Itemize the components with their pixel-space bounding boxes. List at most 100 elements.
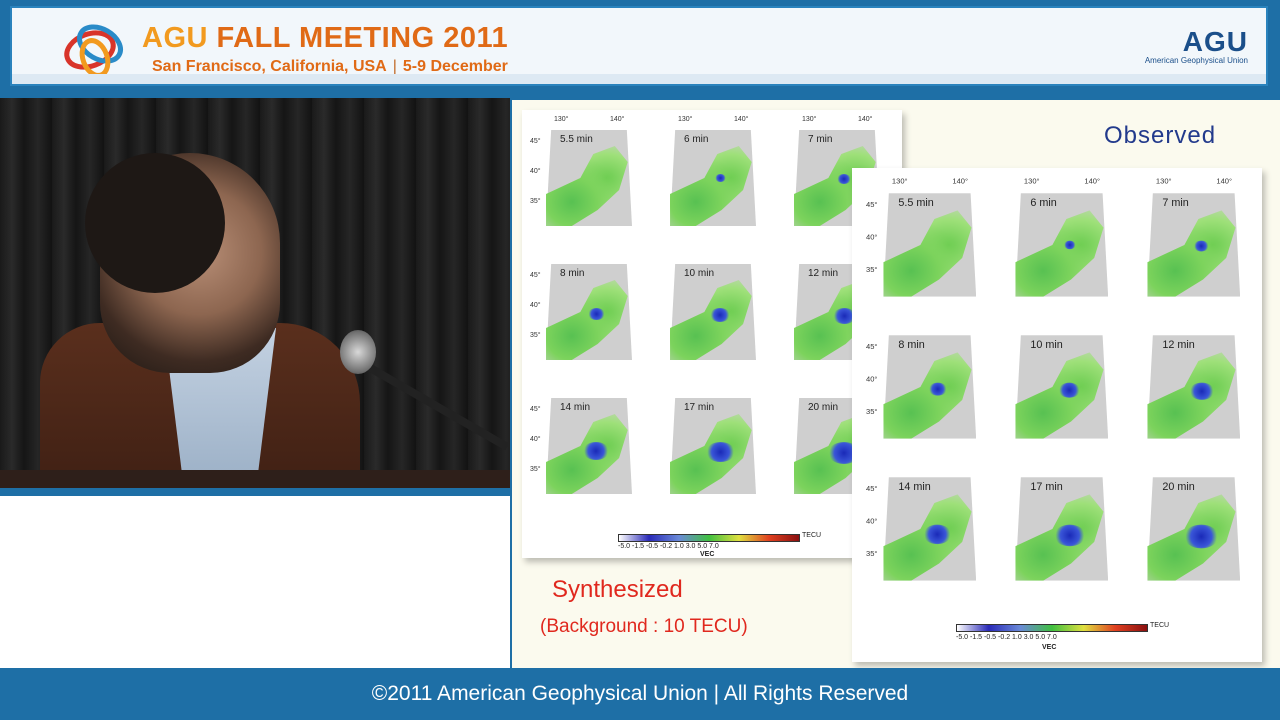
meeting-title: AGU FALL MEETING 2011 (142, 22, 508, 55)
map-panel: 5.5 min 130° 140° 45° 40° 35° (866, 178, 983, 305)
latitude-tick: 35° (866, 266, 878, 275)
map-time-label: 12 min (808, 268, 839, 279)
tec-disturbance (1063, 240, 1076, 250)
observed-map-sheet: -5.0 -1.5 -0.5 -0.2 1.0 3.0 5.0 7.0 TECU… (852, 168, 1262, 662)
latitude-tick: 45° (530, 406, 541, 413)
longitude-tick: 140° (1216, 178, 1233, 186)
meeting-title-agu: AGU (142, 22, 208, 54)
tec-disturbance (837, 174, 851, 184)
latitude-tick: 40° (866, 376, 878, 384)
colorbar-ticks-observed: -5.0 -1.5 -0.5 -0.2 1.0 3.0 5.0 7.0 (956, 634, 1057, 641)
header-banner: AGU FALL MEETING 2011 San Francisco, Cal… (0, 0, 1280, 98)
map-time-label: 6 min (1030, 197, 1057, 210)
longitude-tick: 130° (891, 178, 908, 186)
map-panel: 17 min (654, 384, 762, 502)
map-time-label: 5.5 min (898, 197, 934, 210)
map-panel: 20 min (1130, 462, 1247, 589)
synthesized-map-sheet: -5.0 -1.5 -0.5 -0.2 1.0 3.0 5.0 7.0 TECU… (522, 110, 902, 558)
meeting-dates: 5-9 December (402, 58, 508, 75)
tec-disturbance (1193, 240, 1209, 252)
tec-disturbance (1188, 382, 1214, 400)
colorbar-unit-synthesized: TECU (802, 532, 822, 539)
map-time-label: 8 min (560, 268, 585, 279)
latitude-tick: 45° (530, 138, 541, 145)
meeting-location: San Francisco, California, USA (152, 58, 387, 75)
map-panel: 12 min (1130, 320, 1247, 447)
tec-disturbance (928, 382, 947, 396)
agu-corner-mark: AGU (1182, 26, 1248, 57)
map-time-label: 17 min (684, 402, 715, 413)
map-panel: 10 min (654, 250, 762, 368)
microphone-icon (340, 330, 376, 374)
map-panel: 14 min 45° 40° 35° (866, 462, 983, 589)
longitude-tick: 130° (554, 116, 569, 123)
longitude-tick: 130° (1155, 178, 1172, 186)
speaker-hair (85, 153, 225, 293)
map-time-label: 14 min (898, 481, 931, 494)
map-time-label: 14 min (560, 402, 591, 413)
latitude-tick: 40° (530, 302, 541, 309)
map-time-label: 20 min (808, 402, 839, 413)
latitude-tick: 45° (530, 272, 541, 279)
colorbar-ticks-synthesized: -5.0 -1.5 -0.5 -0.2 1.0 3.0 5.0 7.0 (618, 543, 719, 550)
longitude-tick: 130° (678, 116, 693, 123)
map-time-label: 7 min (1162, 197, 1189, 210)
agu-corner-name: American Geophysical Union (1144, 56, 1248, 65)
map-time-label: 20 min (1162, 481, 1195, 494)
latitude-tick: 40° (530, 436, 541, 443)
latitude-tick: 40° (530, 168, 541, 175)
latitude-tick: 35° (530, 198, 541, 205)
observed-label: Observed (1104, 122, 1217, 149)
tec-disturbance (1058, 382, 1081, 398)
map-time-label: 10 min (684, 268, 715, 279)
latitude-tick: 40° (866, 518, 878, 526)
tec-disturbance (710, 308, 730, 322)
map-time-label: 17 min (1030, 481, 1063, 494)
tec-disturbance (923, 524, 952, 545)
longitude-tick: 130° (802, 116, 817, 123)
map-panel: 6 min 130° 140° (654, 116, 762, 234)
podium (0, 470, 510, 490)
tec-disturbance (583, 442, 609, 460)
latitude-tick: 45° (866, 343, 878, 352)
colorbar-label-synthesized: VEC (700, 551, 715, 558)
tec-disturbance (1053, 524, 1085, 547)
tec-disturbance (1184, 524, 1219, 549)
map-panel: 7 min 130° 140° (1130, 178, 1247, 305)
video-divider (0, 488, 510, 496)
agu-corner-logo: AGU American Geophysical Union (1138, 26, 1248, 76)
longitude-tick: 140° (734, 116, 749, 123)
map-panel: 17 min (998, 462, 1115, 589)
longitude-tick: 140° (1084, 178, 1101, 186)
map-panel: 5.5 min 130° 140° 45° 40° 35° (530, 116, 638, 234)
map-time-label: 8 min (898, 339, 925, 352)
latitude-tick: 35° (866, 550, 878, 559)
background-label: (Background : 10 TECU) (540, 616, 748, 637)
agu-swirl-logo-icon (64, 24, 123, 78)
colorbar-unit-observed: TECU (1150, 622, 1170, 629)
map-panel: 8 min 45° 40° 35° (530, 250, 638, 368)
latitude-tick: 35° (530, 332, 541, 339)
speaker-video (0, 98, 510, 490)
map-panel: 14 min 45° 40° 35° (530, 384, 638, 502)
latitude-tick: 40° (866, 234, 878, 242)
blank-panel (0, 496, 510, 668)
meeting-subtitle: San Francisco, California, USA | 5-9 Decem… (152, 58, 508, 76)
latitude-tick: 45° (866, 485, 878, 494)
map-time-label: 10 min (1030, 339, 1063, 352)
presentation-slide: -5.0 -1.5 -0.5 -0.2 1.0 3.0 5.0 7.0 TECU… (512, 100, 1280, 668)
longitude-tick: 140° (952, 178, 969, 186)
longitude-tick: 130° (1023, 178, 1040, 186)
tec-disturbance (714, 174, 726, 182)
meeting-separator: | (392, 58, 397, 75)
longitude-tick: 140° (610, 116, 625, 123)
synthesized-label: Synthesized (552, 576, 683, 603)
colorbar-observed (956, 624, 1148, 632)
map-panel: 6 min 130° 140° (998, 178, 1115, 305)
footer-bar: ©2011 American Geophysical Union | All R… (0, 668, 1280, 720)
latitude-tick: 45° (866, 201, 878, 210)
longitude-tick: 140° (858, 116, 873, 123)
map-panel: 8 min 45° 40° 35° (866, 320, 983, 447)
latitude-tick: 35° (530, 466, 541, 473)
copyright-text: ©2011 American Geophysical Union | All R… (371, 682, 909, 705)
